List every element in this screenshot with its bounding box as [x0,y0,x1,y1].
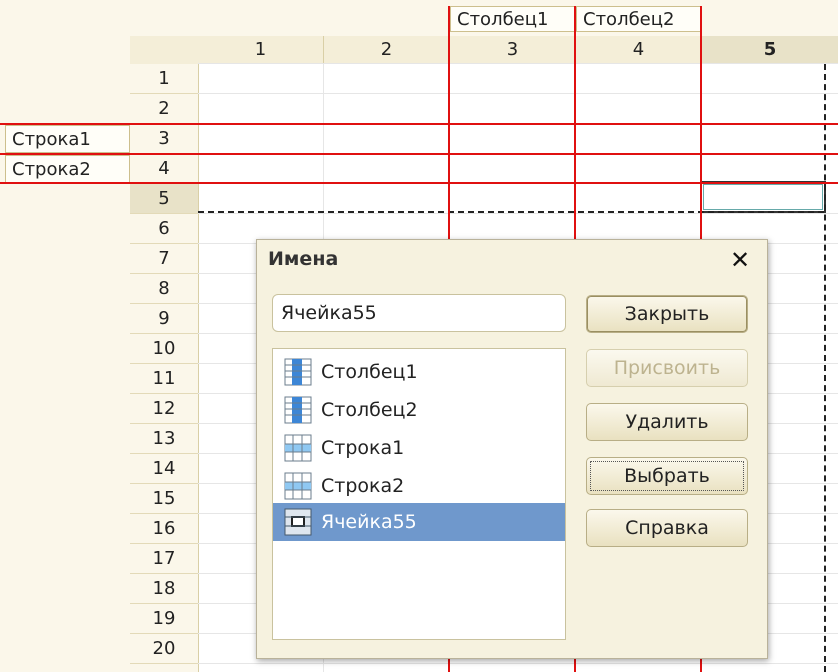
named-row-2[interactable]: Строка2 [5,155,130,183]
named-row-1[interactable]: Строка1 [5,125,130,153]
row-header[interactable]: 18 [130,574,198,604]
row-header[interactable]: 4 [130,154,198,184]
selection-border-right [824,64,826,672]
dialog-title: Имена [268,248,339,270]
grid-row-line [198,93,838,94]
row-header[interactable]: 5 [130,184,198,214]
row-header[interactable]: 15 [130,484,198,514]
row-header[interactable]: 10 [130,334,198,364]
column-header[interactable]: 4 [576,36,702,64]
row-header[interactable]: 1 [130,64,198,94]
list-item-label: Столбец2 [321,399,418,421]
list-item-label: Строка1 [321,437,405,459]
row-header[interactable]: 19 [130,604,198,634]
column-header-selected[interactable]: 5 [702,36,838,64]
list-item-label: Столбец1 [321,361,418,383]
row-header[interactable]: 20 [130,634,198,664]
column-header[interactable]: 1 [198,36,324,64]
row-header[interactable]: 7 [130,244,198,274]
list-item-label: Строка2 [321,475,405,497]
list-item-selected[interactable]: Ячейка55 [273,503,565,541]
assign-button[interactable]: Присвоить [586,349,748,387]
name-field[interactable] [272,294,566,332]
grid-row-line [198,213,838,214]
row-header[interactable]: 17 [130,544,198,574]
names-list: Столбец1 Столбец2 Строка1 Строка2 Ячейка… [272,348,566,640]
list-item[interactable]: Строка2 [273,467,565,505]
named-column-1[interactable]: Столбец1 [450,6,576,32]
row-header[interactable]: 6 [130,214,198,244]
selection-border-bottom [198,211,824,213]
cell-focus-ring [703,184,823,210]
column-area-icon [284,358,312,386]
grid-row-line [198,63,838,64]
cell-area-icon [284,508,312,536]
column-header[interactable]: 3 [450,36,576,64]
row-header[interactable]: 2 [130,94,198,124]
list-item[interactable]: Столбец2 [273,391,565,429]
row-header[interactable]: 14 [130,454,198,484]
row-header[interactable]: 16 [130,514,198,544]
delete-button[interactable]: Удалить [586,403,748,441]
row-area-icon [284,434,312,462]
grid-row-line [198,663,838,664]
close-button[interactable]: Закрыть [586,295,748,333]
row-header[interactable]: 11 [130,364,198,394]
row-header[interactable]: 3 [130,124,198,154]
list-item[interactable]: Строка1 [273,429,565,467]
grid-corner [130,36,198,64]
named-column-2[interactable]: Столбец2 [576,6,702,32]
named-row-boundary [0,182,838,184]
named-row-boundary [0,153,838,155]
list-item[interactable]: Столбец1 [273,353,565,391]
row-header[interactable]: 9 [130,304,198,334]
named-row-boundary [0,123,838,125]
close-icon[interactable]: ✕ [730,246,750,274]
row-header[interactable]: 13 [130,424,198,454]
list-item-label: Ячейка55 [321,511,417,533]
row-area-icon [284,472,312,500]
help-button[interactable]: Справка [586,509,748,547]
column-area-icon [284,396,312,424]
select-button[interactable]: Выбрать [586,457,748,495]
column-header[interactable]: 2 [324,36,450,64]
row-header[interactable]: 8 [130,274,198,304]
row-header[interactable]: 12 [130,394,198,424]
